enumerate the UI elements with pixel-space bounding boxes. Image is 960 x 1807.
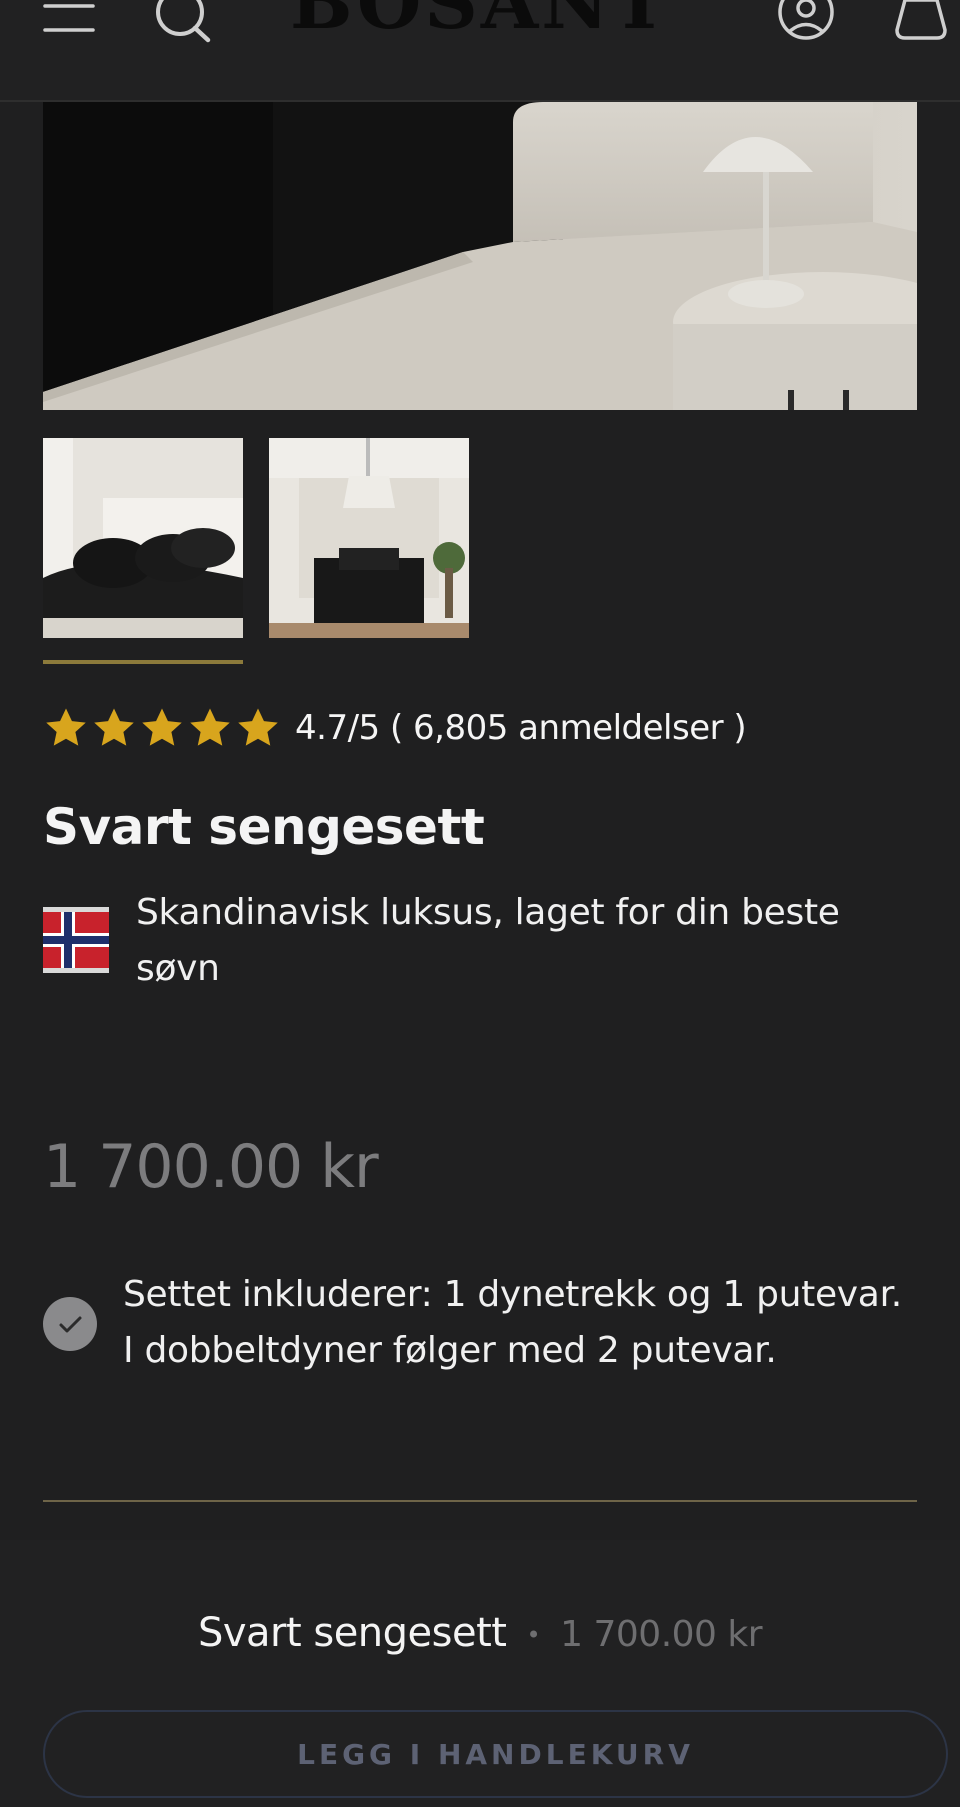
- star-rating: [43, 705, 281, 751]
- product-main-image[interactable]: [43, 102, 917, 410]
- product-title: Svart sengesett: [43, 798, 485, 856]
- product-tagline: Skandinavisk luksus, laget for din beste…: [136, 892, 840, 989]
- star-icon: [238, 708, 278, 746]
- active-thumbnail-indicator: [43, 660, 243, 664]
- star-icon: [190, 708, 230, 746]
- cart-icon[interactable]: [893, 0, 949, 44]
- site-header: BOSANT: [0, 0, 960, 102]
- separator-dot: •: [526, 1621, 541, 1649]
- thumbnail-2[interactable]: [269, 438, 469, 638]
- sticky-product-price: 1 700.00 kr: [560, 1614, 763, 1655]
- star-icon: [46, 708, 86, 746]
- product-price: 1 700.00 kr: [43, 1132, 379, 1202]
- account-icon[interactable]: [776, 0, 836, 44]
- section-divider: [43, 1500, 917, 1502]
- set-includes-text: Settet inkluderer: 1 dynetrekk og 1 pute…: [123, 1274, 902, 1371]
- add-to-cart-button[interactable]: LEGG I HANDLEKURV: [43, 1710, 948, 1798]
- norway-flag-icon: [43, 907, 109, 973]
- star-icon: [94, 708, 134, 746]
- rating-summary[interactable]: 4.7/5 ( 6,805 anmeldelser ): [295, 708, 747, 748]
- thumbnail-1[interactable]: [43, 438, 243, 638]
- sticky-product-summary: Svart sengesett • 1 700.00 kr: [0, 1610, 960, 1656]
- search-icon[interactable]: [152, 0, 214, 44]
- star-icon: [142, 708, 182, 746]
- check-icon: [43, 1297, 97, 1351]
- sticky-product-title: Svart sengesett: [197, 1610, 507, 1656]
- product-rating[interactable]: 4.7/5 ( 6,805 anmeldelser ): [43, 700, 747, 756]
- menu-icon[interactable]: [43, 0, 95, 40]
